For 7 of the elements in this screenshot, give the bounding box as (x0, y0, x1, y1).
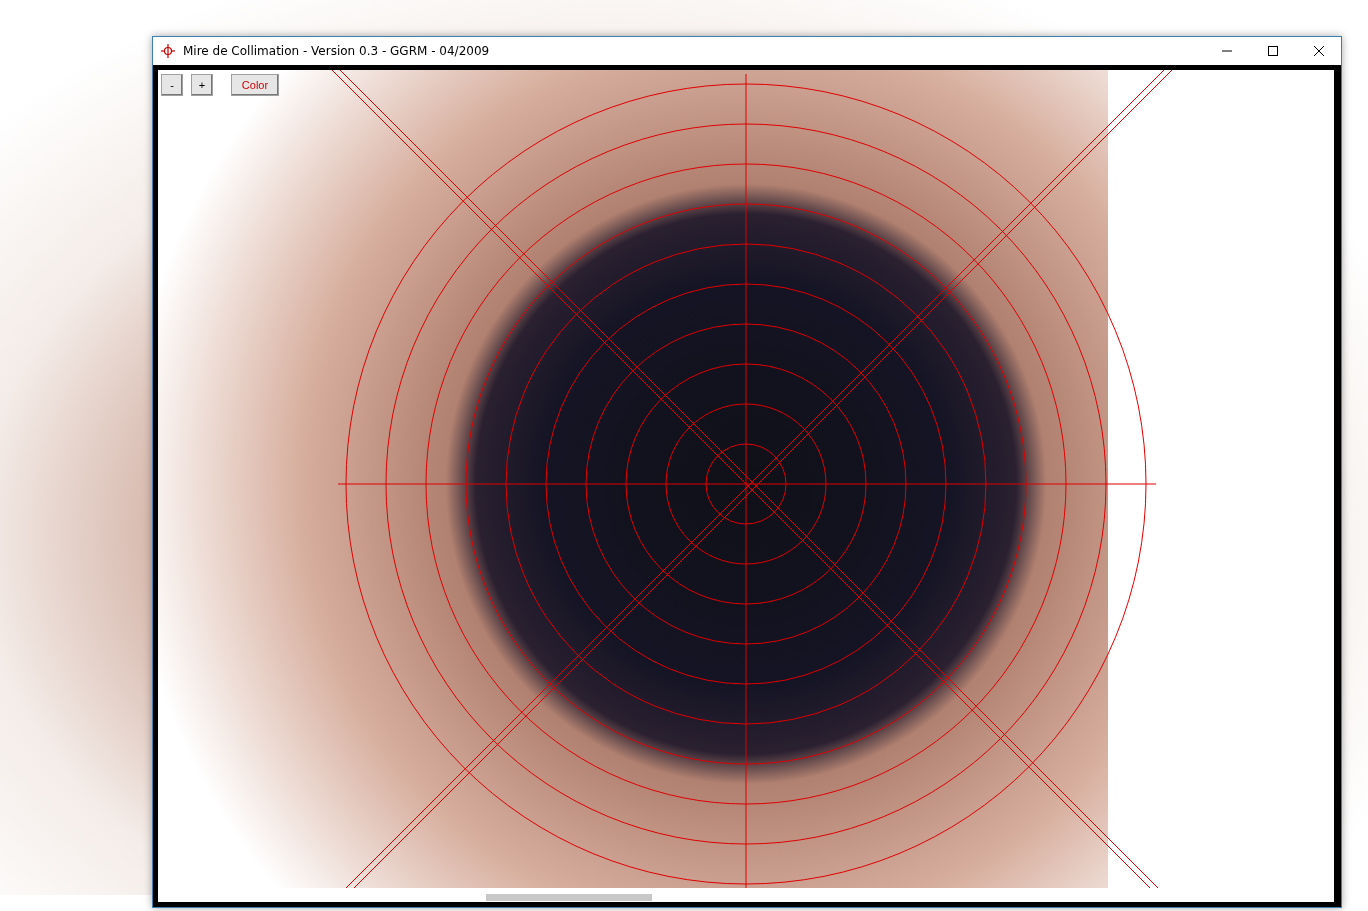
crosshair-icon (161, 44, 175, 58)
toolbar-button[interactable]: + (191, 74, 213, 96)
toolbar-button[interactable]: - (161, 74, 183, 96)
window-title: Mire de Collimation - Version 0.3 - GGRM - 04/2009 (183, 44, 490, 58)
close-icon[interactable] (1313, 45, 1325, 57)
toolbar-button[interactable]: Color (231, 74, 279, 96)
maximize-icon[interactable] (1267, 45, 1279, 57)
